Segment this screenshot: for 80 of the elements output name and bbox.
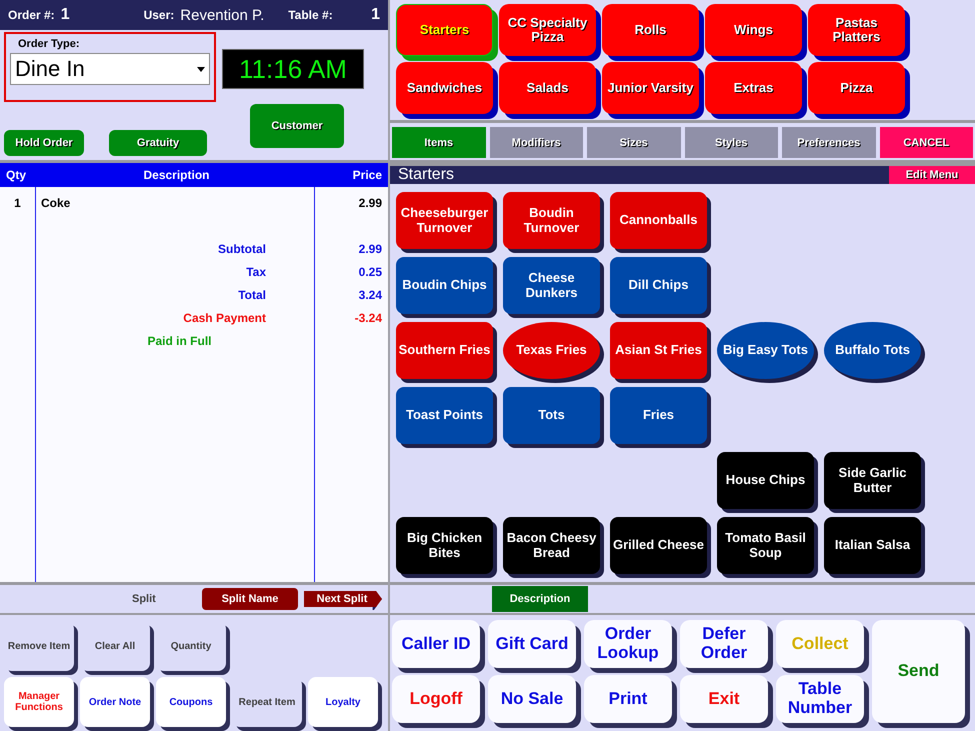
menu-item-button[interactable]: Buffalo Tots [824, 322, 921, 379]
send-button[interactable]: Send [872, 620, 965, 723]
table-number: 1 [371, 6, 380, 24]
table-label: Table #: [288, 8, 333, 22]
action-button[interactable]: Order Note [80, 677, 150, 727]
next-split-button[interactable]: Next Split [304, 591, 382, 607]
menu-item-button[interactable]: Big Chicken Bites [396, 517, 493, 574]
order-number: 1 [60, 6, 70, 24]
summary-amount: 0.25 [358, 264, 383, 278]
menu-item-button[interactable]: Boudin Chips [396, 257, 493, 314]
menu-item-button[interactable]: Side Garlic Butter [824, 452, 921, 509]
user-label: User: [144, 8, 174, 22]
menu-item-button[interactable]: Big Easy Tots [717, 322, 814, 379]
category-button[interactable]: CC Specialty Pizza [499, 4, 596, 56]
category-button[interactable]: Junior Varsity [602, 62, 699, 114]
description-tab[interactable]: Description [492, 586, 588, 612]
order-type-dropdown[interactable]: Dine In [10, 53, 210, 85]
category-button[interactable]: Wings [705, 4, 802, 56]
menu-item-button[interactable]: Cheeseburger Turnover [396, 192, 493, 249]
order-label: Order #: [8, 8, 55, 22]
category-button[interactable]: Salads [499, 62, 596, 114]
action-button[interactable]: Coupons [156, 677, 226, 727]
menu-item-button[interactable]: Tomato Basil Soup [717, 517, 814, 574]
function-button[interactable]: Table Number [776, 675, 864, 723]
menu-item-button[interactable]: Cannonballs [610, 192, 707, 249]
order-action-button[interactable]: Hold Order [4, 130, 84, 156]
menu-item-button[interactable]: Dill Chips [610, 257, 707, 314]
summary-label: Tax [245, 264, 267, 278]
qty-cell-text: 1 [13, 196, 22, 210]
menu-item-button[interactable]: Toast Points [396, 387, 493, 444]
menu-title: Starters [390, 166, 889, 184]
menu-item-button[interactable]: Grilled Cheese [610, 517, 707, 574]
order-action-button[interactable]: Customer [250, 104, 344, 148]
function-button[interactable]: Caller ID [392, 620, 480, 668]
category-button[interactable]: Extras [705, 62, 802, 114]
summary-amount: 2.99 [358, 242, 383, 256]
category-button[interactable]: Pizza [808, 62, 905, 114]
column-header: Price [352, 168, 383, 182]
summary-label: Total [237, 288, 267, 302]
column-header: Qty [5, 168, 28, 182]
column-header: Description [142, 168, 210, 182]
menu-item-button[interactable]: House Chips [717, 452, 814, 509]
menu-item-button[interactable]: Italian Salsa [824, 517, 921, 574]
category-button[interactable]: Sandwiches [396, 62, 493, 114]
action-button[interactable]: Loyalty [308, 677, 378, 727]
user-name: Revention P. [180, 6, 264, 24]
function-button[interactable]: Defer Order [680, 620, 768, 668]
summary-amount: -3.24 [354, 310, 383, 324]
function-button[interactable]: Logoff [392, 675, 480, 723]
menu-item-button[interactable]: Fries [610, 387, 707, 444]
menu-item-button[interactable]: Bacon Cheesy Bread [503, 517, 600, 574]
function-button[interactable]: Order Lookup [584, 620, 672, 668]
edit-menu-button[interactable]: Edit Menu [889, 166, 975, 184]
split-label: Split [132, 593, 157, 605]
category-button[interactable]: Rolls [602, 4, 699, 56]
caret-icon [197, 66, 205, 72]
function-button[interactable]: Exit [680, 675, 768, 723]
order-type-label: Order Type: [17, 38, 81, 50]
function-button[interactable]: Gift Card [488, 620, 576, 668]
menu-item-button[interactable]: Asian St Fries [610, 322, 707, 379]
description-cell-text: Coke [40, 196, 72, 210]
price-cell-text: 2.99 [358, 196, 383, 210]
order-action-button[interactable]: Gratuity [109, 130, 207, 156]
menu-item-button[interactable]: Southern Fries [396, 322, 493, 379]
tab[interactable]: Items [392, 127, 486, 158]
summary-label: Paid in Full [146, 334, 212, 348]
menu-item-button[interactable]: Cheese Dunkers [503, 257, 600, 314]
function-button[interactable]: Print [584, 675, 672, 723]
clock: 11:16 AM [222, 49, 364, 89]
summary-label: Subtotal [217, 242, 267, 256]
summary-amount: 3.24 [358, 288, 383, 302]
summary-label: Cash Payment [182, 310, 267, 324]
action-button[interactable]: Manager Functions [4, 677, 74, 727]
category-button[interactable]: Pastas Platters [808, 4, 905, 56]
cancel-button[interactable]: CANCEL [880, 127, 973, 158]
menu-item-button[interactable]: Tots [503, 387, 600, 444]
function-button[interactable]: No Sale [488, 675, 576, 723]
menu-item-button[interactable]: Texas Fries [503, 322, 600, 379]
menu-item-button[interactable]: Boudin Turnover [503, 192, 600, 249]
split-name-button[interactable]: Split Name [202, 588, 298, 610]
